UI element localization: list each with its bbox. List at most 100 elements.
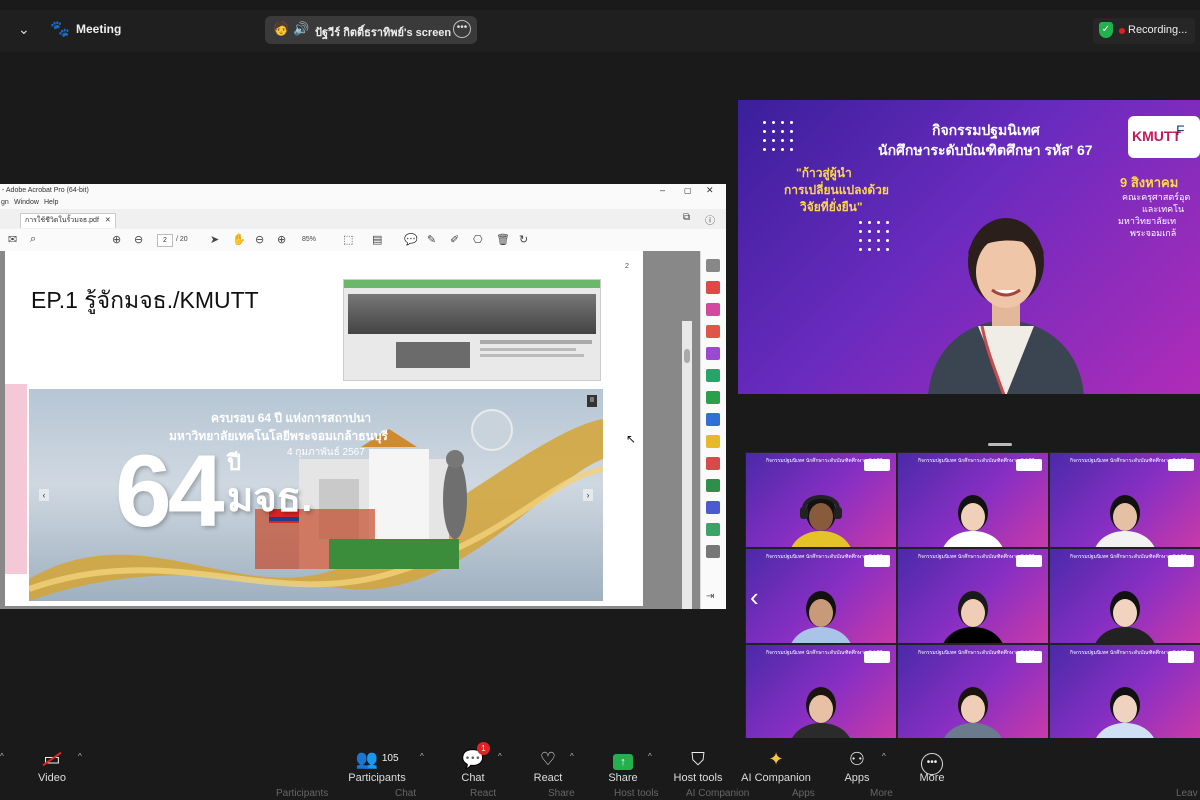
tile-logo — [1016, 651, 1042, 663]
participant-video-tile[interactable]: กิจกรรมปฐมนิเทศ นักศึกษาระดับบัณฑิตศึกษา… — [898, 453, 1048, 547]
carousel-next-icon[interactable]: › — [583, 489, 593, 501]
rotate-icon[interactable]: ↻ — [519, 233, 528, 246]
edit-pdf-icon[interactable] — [706, 369, 720, 382]
search-tool-icon[interactable] — [706, 259, 720, 272]
share-options-caret-icon[interactable]: ^ — [648, 752, 652, 761]
apps-button[interactable]: ⚇ Apps — [832, 746, 882, 784]
highlight-icon[interactable]: ✐ — [450, 233, 459, 246]
ai-companion-button[interactable]: ✦ AI Companion — [738, 746, 814, 784]
carousel-prev-icon[interactable]: ‹ — [39, 489, 49, 501]
menu-item-window[interactable]: Window — [14, 199, 39, 206]
react-options-caret-icon[interactable]: ^ — [570, 752, 574, 761]
zoom-in-icon[interactable]: ⊕ — [277, 233, 286, 246]
document-viewport[interactable]: EP.1 รู้จักมจธ./KMUTT 2 ครบรอบ 64 ปี แห่… — [0, 251, 700, 609]
panel-resize-handle[interactable] — [988, 443, 1012, 446]
ghost-label: Apps — [792, 788, 815, 799]
security-shield-icon: ✓ — [1099, 22, 1113, 38]
tile-logo — [864, 555, 890, 567]
more-button[interactable]: ••• More — [908, 746, 956, 784]
secondary-toolbar-ghost: Participants Chat React Share Host tools… — [0, 788, 1200, 800]
collapse-panel-icon[interactable]: ⇥ — [706, 591, 720, 604]
word-export-icon[interactable] — [706, 413, 720, 426]
excel-export-icon[interactable] — [706, 391, 720, 404]
apps-options-caret-icon[interactable]: ^ — [882, 752, 886, 761]
document-tab[interactable]: การใช้ชีวิตในรั้วมจธ.pdf ✕ — [20, 213, 116, 228]
organize-pages-icon[interactable] — [706, 325, 720, 338]
share-file-icon[interactable]: ⧉ — [683, 212, 690, 223]
zoom-out-icon[interactable]: ⊖ — [255, 233, 264, 246]
participants-button[interactable]: 👥 105 Participants — [342, 746, 412, 784]
comment-tool-icon[interactable] — [706, 435, 720, 448]
meeting-label[interactable]: Meeting — [76, 22, 121, 36]
mail-icon[interactable]: ✉ — [8, 233, 17, 246]
page-number-field[interactable]: 2 — [157, 234, 173, 247]
protect-icon[interactable] — [706, 457, 720, 470]
more-tools-icon[interactable] — [706, 545, 720, 558]
close-icon[interactable]: ✕ — [706, 185, 714, 196]
react-button[interactable]: ♡ React — [522, 746, 574, 784]
document-scrollbar[interactable] — [682, 321, 692, 609]
help-icon[interactable]: ⓘ — [705, 212, 715, 227]
university-seal-logo — [471, 409, 513, 451]
participant-video-tile[interactable]: กิจกรรมปฐมนิเทศ นักศึกษาระดับบัณฑิตศึกษา… — [898, 549, 1048, 643]
slide-pink-strip — [5, 384, 27, 574]
tab-close-icon[interactable]: ✕ — [105, 217, 111, 224]
chat-button[interactable]: 💬 1 Chat — [448, 742, 498, 784]
pen-icon[interactable]: ✎ — [427, 233, 436, 246]
host-tools-button[interactable]: ⛉ Host tools — [664, 746, 732, 784]
gallery-prev-page-icon[interactable]: ‹ — [750, 582, 759, 613]
screen-share-indicator[interactable]: 🧑 🔊 ปัฐวีร์ กิตติ์ธราทิพย์'s screen ••• — [265, 16, 477, 44]
speaker-bg-heading-2: นักศึกษาระดับบัณฑิตศึกษา รหัส' 67 — [878, 142, 1093, 158]
menu-item-help[interactable]: Help — [44, 199, 58, 206]
shield-tool-icon[interactable] — [706, 501, 720, 514]
chevron-down-icon[interactable]: ⌄ — [18, 21, 30, 38]
logo-text: KMUTT — [1132, 128, 1181, 144]
caret-up-icon[interactable]: ^ — [0, 752, 4, 761]
more-options-icon[interactable]: ••• — [453, 20, 471, 38]
video-button[interactable]: ▭ Video — [22, 746, 82, 784]
carousel-pause-icon[interactable]: II — [587, 395, 597, 407]
hand-tool-icon[interactable]: ✋ — [232, 233, 246, 246]
share-button[interactable]: ↑ Share — [597, 746, 649, 784]
tile-logo — [1016, 459, 1042, 471]
ghost-label: Chat — [395, 788, 417, 799]
select-tool-icon[interactable]: ➤ — [210, 233, 219, 246]
create-pdf-icon[interactable] — [706, 303, 720, 316]
participants-options-caret-icon[interactable]: ^ — [420, 752, 424, 761]
tile-logo — [1168, 459, 1194, 471]
menu-item-edit[interactable]: gn — [1, 199, 9, 206]
banner-line-3: 4 กุมภาพันธ์ 2567 — [287, 447, 365, 458]
fit-page-icon[interactable]: ⬚ — [343, 233, 353, 246]
speaker-icon[interactable]: 🔊 — [293, 21, 309, 37]
participant-video-tile[interactable]: กิจกรรมปฐมนิเทศ นักศึกษาระดับบัณฑิตศึกษา… — [746, 549, 896, 643]
sign-tool-icon[interactable] — [706, 523, 720, 536]
scrollbar-thumb[interactable] — [684, 349, 690, 363]
participant-person-image — [1095, 495, 1155, 547]
recording-indicator[interactable]: ✓ Recording... — [1093, 18, 1195, 44]
active-speaker-video-tile[interactable]: กิจกรรมปฐมนิเทศ นักศึกษาระดับบัณฑิตศึกษา… — [738, 100, 1200, 394]
chat-badge: 1 — [477, 742, 490, 755]
chat-options-caret-icon[interactable]: ^ — [498, 752, 502, 761]
participant-video-tile[interactable]: กิจกรรมปฐมนิเทศ นักศึกษาระดับบัณฑิตศึกษา… — [746, 645, 896, 738]
comment-icon[interactable]: 💬 — [404, 233, 418, 246]
video-options-caret-icon[interactable]: ^ — [78, 752, 82, 761]
maximize-icon[interactable]: ▢ — [684, 186, 692, 195]
next-page-icon[interactable]: ⊖ — [134, 233, 143, 246]
participant-video-tile[interactable]: กิจกรรมปฐมนิเทศ นักศึกษาระดับบัณฑิตศึกษา… — [898, 645, 1048, 738]
participant-video-tile[interactable]: กิจกรรมปฐมนิเทศ นักศึกษาระดับบัณฑิตศึกษา… — [1050, 549, 1200, 643]
search-icon[interactable]: ⌕ — [30, 233, 36, 246]
participant-video-tile[interactable]: กิจกรรมปฐมนิเทศ นักศึกษาระดับบัณฑิตศึกษา… — [1050, 645, 1200, 738]
stamp-icon[interactable]: ⎔ — [473, 233, 483, 246]
minimize-icon[interactable]: – — [660, 185, 665, 195]
participant-video-tile[interactable]: กิจกรรมปฐมนิเทศ นักศึกษาระดับบัณฑิตศึกษา… — [746, 453, 896, 547]
scroll-mode-icon[interactable]: ▤ — [372, 233, 382, 246]
acrobat-right-tools-panel: ⇥ — [700, 251, 726, 609]
zoom-level[interactable]: 85% — [302, 236, 316, 243]
prev-page-icon[interactable]: ⊕ — [112, 233, 121, 246]
export-pdf-icon[interactable] — [706, 281, 720, 294]
kmutt-logo: KMUTT F — [1128, 116, 1200, 158]
fill-sign-icon[interactable] — [706, 347, 720, 360]
participant-video-tile[interactable]: กิจกรรมปฐมนิเทศ นักศึกษาระดับบัณฑิตศึกษา… — [1050, 453, 1200, 547]
print-production-icon[interactable] — [706, 479, 720, 492]
delete-icon[interactable]: 🗑 — [496, 233, 510, 246]
